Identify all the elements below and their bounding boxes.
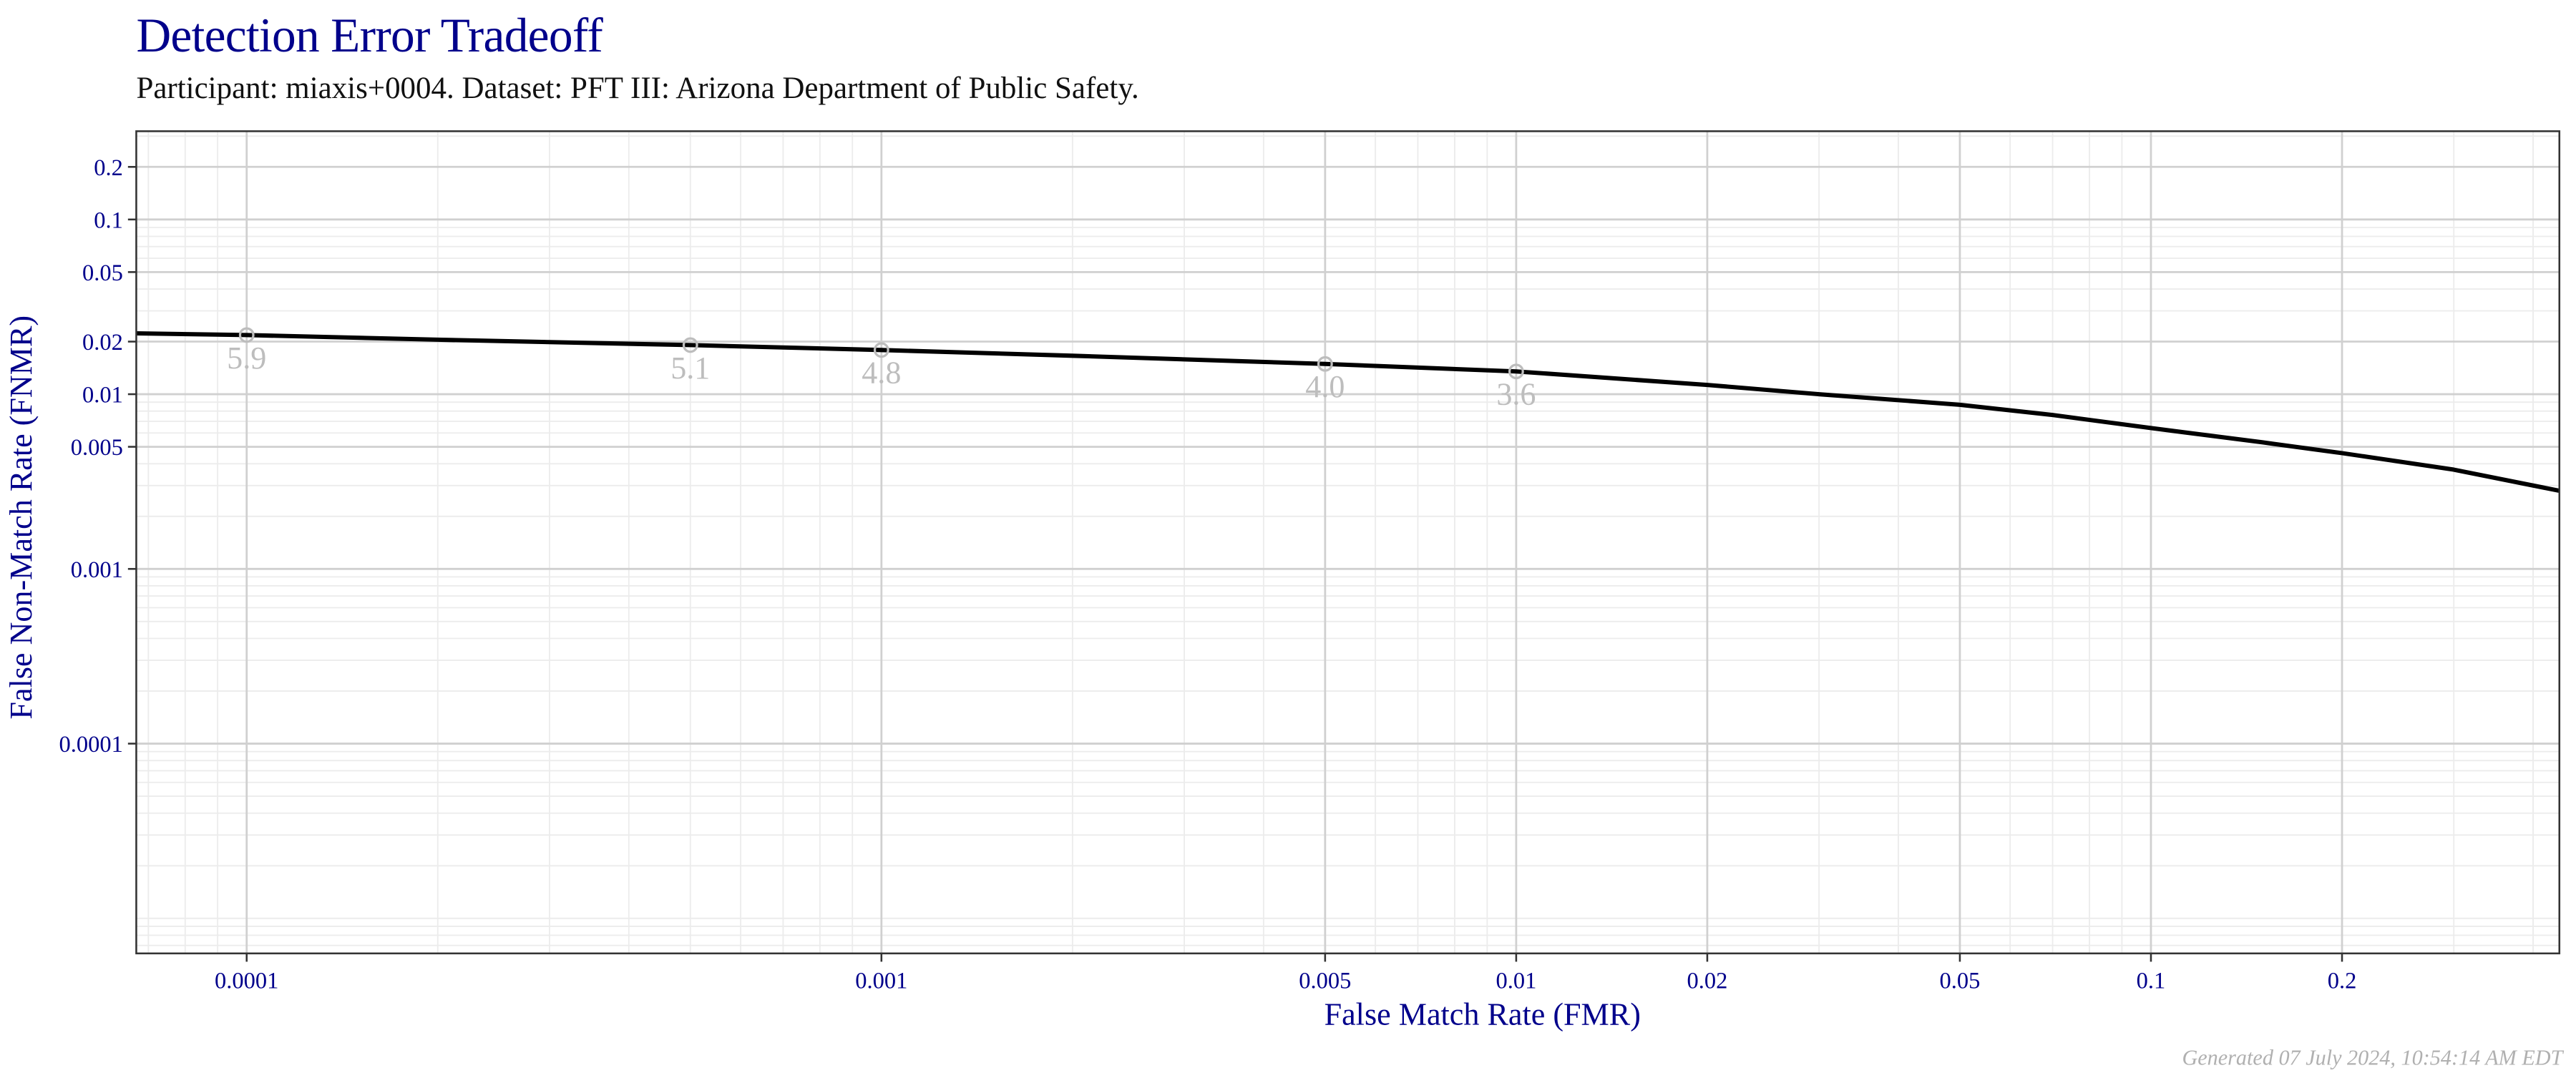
- x-tick-label: 0.05: [1939, 969, 1980, 994]
- panel-border: [135, 130, 2561, 955]
- series-layer: [136, 330, 2560, 494]
- y-axis: 0.2 0.1 0.05 0.02 0.01 0.005 0.001 0.0001: [59, 155, 137, 758]
- x-tick-label: 0.2: [2328, 969, 2357, 994]
- x-tick-label: 0.1: [2137, 969, 2166, 994]
- y-tick-label: 0.02: [82, 330, 123, 356]
- x-tick-label: 0.0001: [215, 969, 278, 994]
- x-tick-label: 0.01: [1496, 969, 1536, 994]
- det-curve: [136, 330, 2560, 494]
- operating-point-label: 4.0: [1305, 369, 1345, 404]
- x-axis-title: False Match Rate (FMR): [1324, 997, 1641, 1032]
- major-gridlines: [136, 131, 2560, 954]
- x-tick-label: 0.02: [1687, 969, 1727, 994]
- y-tick-label: 0.001: [71, 557, 123, 583]
- operating-point-label: 3.6: [1496, 377, 1536, 412]
- y-axis-title: False Non-Match Rate (FNMR): [4, 315, 39, 720]
- operating-point-label: 4.8: [862, 356, 901, 391]
- y-tick-label: 0.05: [82, 260, 123, 286]
- x-axis: 0.0001 0.001 0.005 0.01 0.02 0.05 0.1 0.2: [215, 953, 2357, 994]
- y-tick-label: 0.1: [94, 207, 123, 233]
- x-tick-label: 0.001: [855, 969, 907, 994]
- y-tick-label: 0.01: [82, 383, 123, 408]
- y-tick-label: 0.005: [71, 435, 123, 461]
- y-tick-label: 0.0001: [59, 732, 122, 758]
- minor-gridlines: [136, 131, 2560, 954]
- generated-timestamp: Generated 07 July 2024, 10:54:14 AM EDT: [2182, 1044, 2563, 1070]
- det-chart: 5.9 5.1 4.8 4.0 3.6 0.0001 0.001 0.005 0.01 0.02…: [4, 130, 2561, 1032]
- x-tick-label: 0.005: [1299, 969, 1351, 994]
- operating-point-label: 5.1: [670, 351, 710, 386]
- y-tick-label: 0.2: [94, 155, 123, 181]
- chart-page: Detection Error Tradeoff Participant: mi…: [0, 0, 2576, 1073]
- operating-point-label: 5.9: [227, 340, 266, 376]
